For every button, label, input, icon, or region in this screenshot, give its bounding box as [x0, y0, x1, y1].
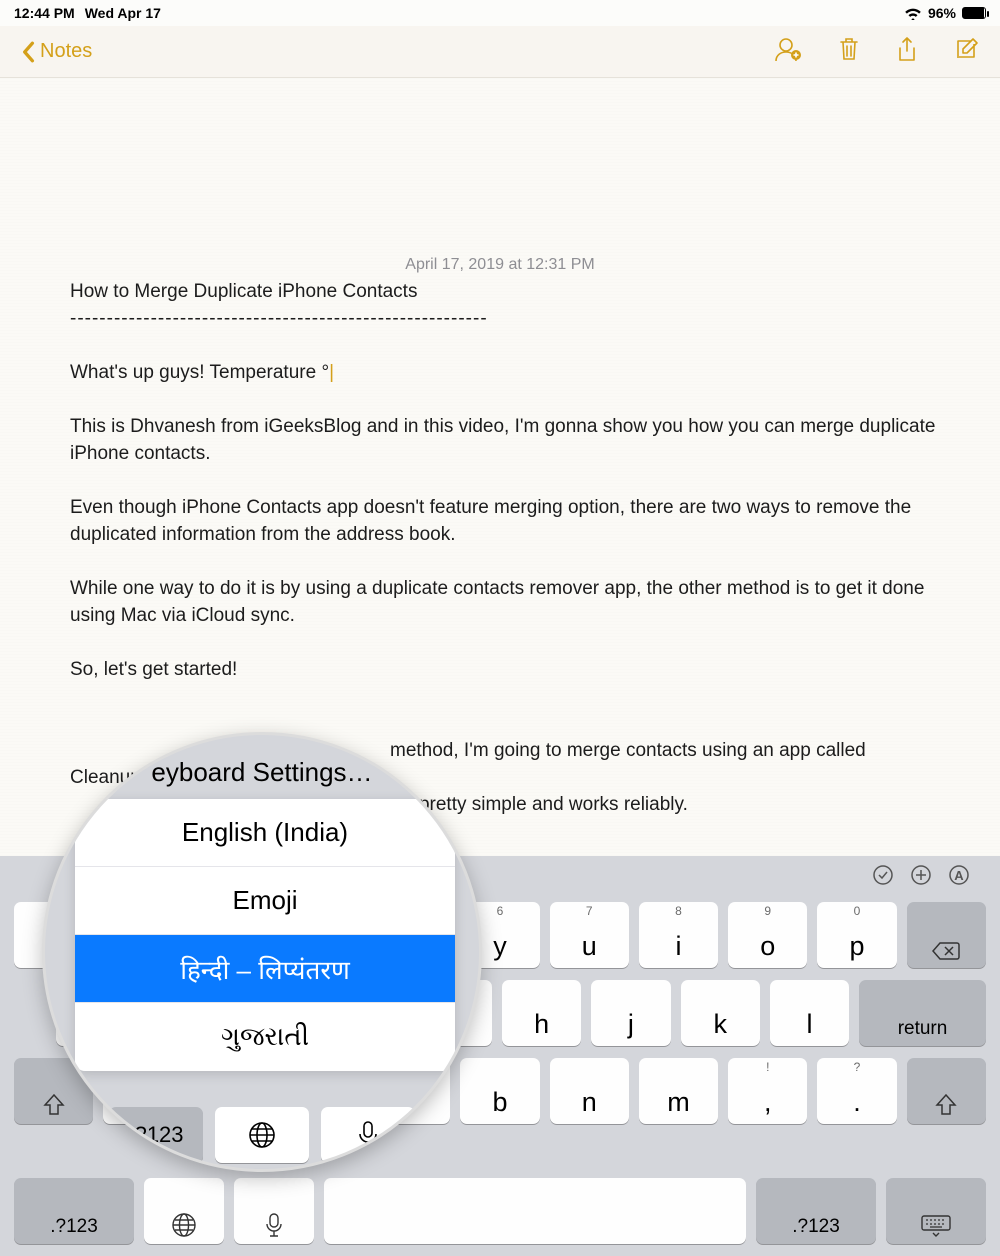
key-.[interactable]: ?. — [817, 1058, 896, 1124]
backspace-key[interactable] — [907, 902, 986, 968]
svg-text:A: A — [954, 868, 964, 883]
key-p[interactable]: 0p — [817, 902, 896, 968]
keyboard-language-item[interactable]: ગુજરાતી — [75, 1003, 455, 1071]
hide-keyboard-key[interactable] — [886, 1178, 986, 1244]
return-key[interactable]: return — [859, 980, 986, 1046]
spacebar[interactable] — [324, 1178, 746, 1244]
numbers-key[interactable]: .?123 — [14, 1178, 134, 1244]
battery-icon — [962, 7, 986, 19]
note-separator: ----------------------------------------… — [70, 305, 940, 332]
nav-bar: Notes — [0, 26, 1000, 78]
key-n[interactable]: n — [550, 1058, 629, 1124]
key-,[interactable]: !, — [728, 1058, 807, 1124]
globe-key[interactable] — [215, 1107, 309, 1163]
globe-key[interactable] — [144, 1178, 224, 1244]
keyboard-language-item[interactable]: हिन्दी – लिप्यंतरण — [75, 935, 455, 1003]
share-icon[interactable] — [896, 36, 918, 68]
keyboard-language-list: English (India)Emojiहिन्दी – लिप्यंतरणગુ… — [75, 799, 455, 1071]
key-h[interactable]: h — [502, 980, 581, 1046]
key-o[interactable]: 9o — [728, 902, 807, 968]
key-m[interactable]: m — [639, 1058, 718, 1124]
format-icon[interactable]: A — [948, 864, 970, 892]
note-paragraph: While one way to do it is by using a dup… — [70, 575, 940, 629]
dictation-key[interactable] — [234, 1178, 314, 1244]
note-paragraph: Even though iPhone Contacts app doesn't … — [70, 494, 940, 548]
key-j[interactable]: j — [591, 980, 670, 1046]
text-cursor: | — [329, 359, 334, 386]
add-people-icon[interactable] — [774, 36, 802, 67]
status-date: Wed Apr 17 — [85, 5, 161, 21]
keyboard-language-item[interactable]: English (India) — [75, 799, 455, 867]
undo-icon[interactable] — [872, 864, 894, 892]
note-title: How to Merge Duplicate iPhone Contacts — [70, 278, 940, 305]
note-paragraph: This is Dhvanesh from iGeeksBlog and in … — [70, 413, 940, 467]
back-button[interactable]: Notes — [20, 40, 92, 63]
keyboard-switcher-magnifier: eyboard Settings… English (India)Emojiहि… — [42, 732, 482, 1172]
numbers-key[interactable]: .?123 — [109, 1107, 203, 1163]
status-bar: 12:44 PM Wed Apr 17 96% — [0, 0, 1000, 26]
add-icon[interactable] — [910, 864, 932, 892]
compose-icon[interactable] — [954, 36, 980, 67]
dictation-key[interactable] — [321, 1107, 415, 1163]
note-line-greeting: What's up guys! Temperature ° — [70, 362, 329, 383]
trash-icon[interactable] — [838, 36, 860, 67]
wifi-icon — [904, 7, 922, 20]
numbers-key[interactable]: .?123 — [756, 1178, 876, 1244]
keyboard-language-item[interactable]: Emoji — [75, 867, 455, 935]
key-k[interactable]: k — [681, 980, 760, 1046]
battery-percent: 96% — [928, 5, 956, 21]
key-u[interactable]: 7u — [550, 902, 629, 968]
key-l[interactable]: l — [770, 980, 849, 1046]
key-i[interactable]: 8i — [639, 902, 718, 968]
shift-key[interactable] — [907, 1058, 986, 1124]
note-paragraph: So, let's get started! — [70, 656, 940, 683]
back-label: Notes — [40, 40, 92, 63]
note-timestamp: April 17, 2019 at 12:31 PM — [0, 256, 1000, 274]
keyboard-settings-label[interactable]: eyboard Settings… — [45, 757, 479, 788]
status-time: 12:44 PM — [14, 5, 75, 21]
